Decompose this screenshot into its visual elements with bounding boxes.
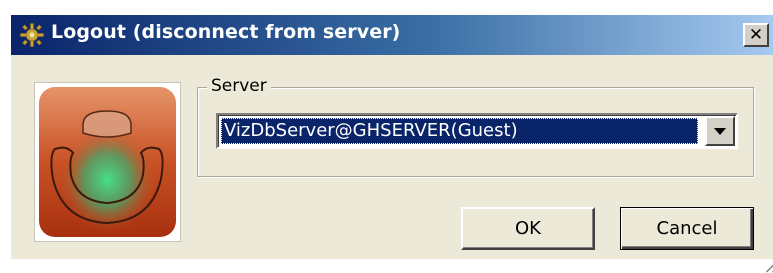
app-logo-icon	[39, 87, 176, 237]
title-bar[interactable]: Logout (disconnect from server) ✕	[11, 15, 773, 55]
ok-button[interactable]: OK	[461, 207, 595, 250]
server-dropdown-button[interactable]	[705, 116, 735, 146]
server-select-value[interactable]: VizDbServer@GHSERVER(Guest)	[221, 118, 698, 144]
dialog-title: Logout (disconnect from server)	[51, 21, 400, 43]
close-button[interactable]: ✕	[743, 23, 769, 47]
cancel-button[interactable]: Cancel	[620, 207, 754, 250]
app-logo	[34, 82, 181, 242]
chevron-down-icon	[714, 128, 726, 135]
server-group-label: Server	[207, 75, 271, 97]
resize-grip-icon[interactable]	[760, 251, 773, 273]
logout-dialog: Logout (disconnect from server) ✕	[10, 14, 773, 259]
server-select[interactable]: VizDbServer@GHSERVER(Guest)	[216, 113, 738, 149]
close-icon: ✕	[749, 27, 763, 44]
gear-logo-icon	[19, 22, 45, 48]
